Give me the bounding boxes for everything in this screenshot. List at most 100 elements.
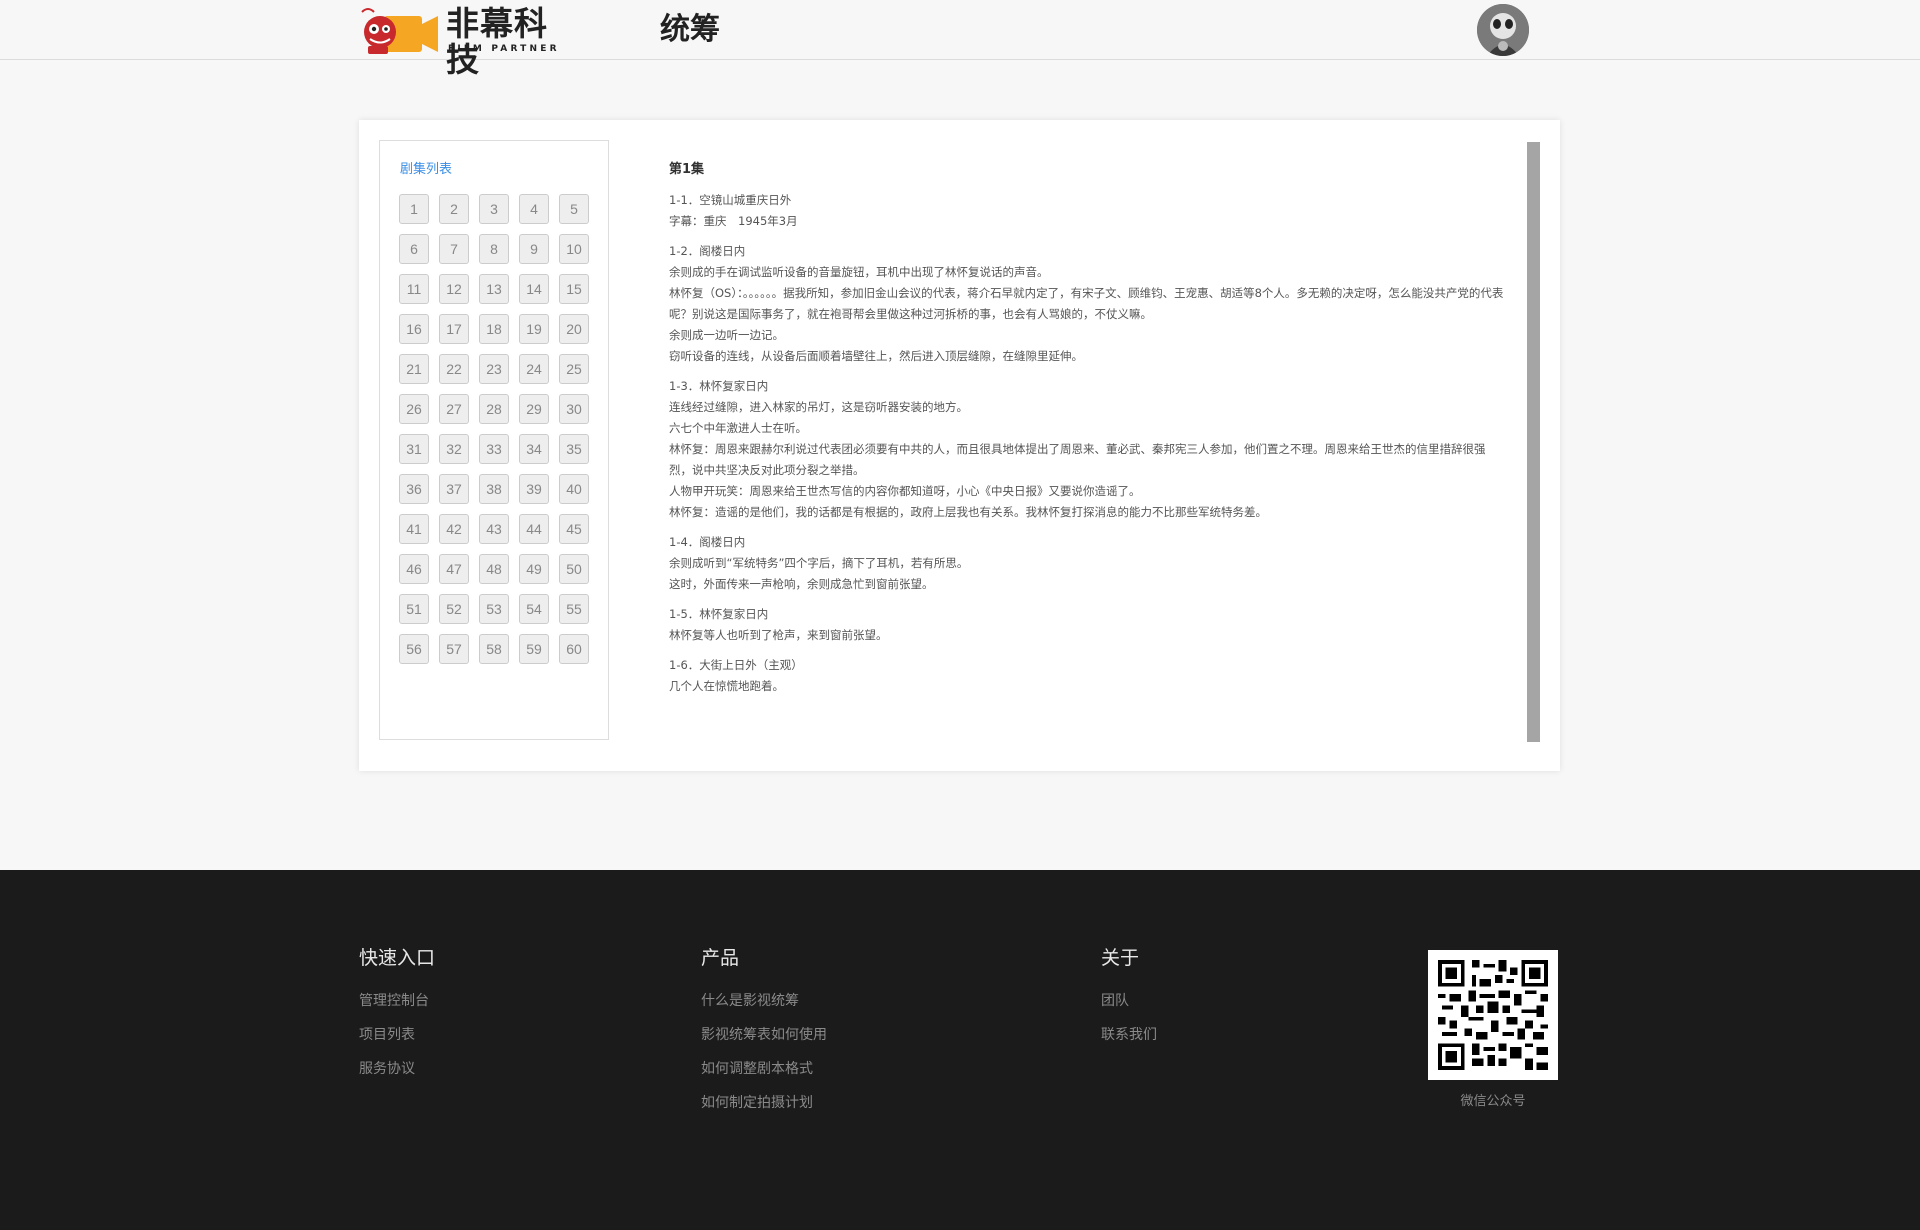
footer-link-script-format[interactable]: 如何调整剧本格式: [701, 1059, 827, 1079]
episode-button[interactable]: 60: [559, 634, 589, 664]
episode-button[interactable]: 3: [479, 194, 509, 224]
episode-button[interactable]: 23: [479, 354, 509, 384]
episode-button[interactable]: 32: [439, 434, 469, 464]
episode-button[interactable]: 16: [399, 314, 429, 344]
footer-quick-title: 快速入口: [359, 947, 436, 969]
episode-button[interactable]: 46: [399, 554, 429, 584]
episode-button[interactable]: 33: [479, 434, 509, 464]
episode-button[interactable]: 42: [439, 514, 469, 544]
camera-mascot-icon: [361, 8, 438, 54]
episode-button[interactable]: 57: [439, 634, 469, 664]
episode-button[interactable]: 56: [399, 634, 429, 664]
episode-title: 第1集: [669, 162, 705, 177]
scene-block: 1-1．空镜山城重庆日外 字幕：重庆 1945年3月: [669, 190, 1504, 232]
episode-button[interactable]: 9: [519, 234, 549, 264]
site-footer: 快速入口 管理控制台 项目列表 服务协议 产品 什么是影视统筹 影视统筹表如何使…: [0, 870, 1920, 1230]
episode-button[interactable]: 59: [519, 634, 549, 664]
scene-heading: 1-3．林怀复家日内: [669, 379, 769, 393]
footer-link-console[interactable]: 管理控制台: [359, 991, 435, 1011]
footer-link-shooting-plan[interactable]: 如何制定拍摄计划: [701, 1093, 827, 1113]
episode-button[interactable]: 53: [479, 594, 509, 624]
main-card: 剧集列表 1 2 3 4 5 6 7 8 9 10 11 12 13 14 15 16 17 18 19 20 21 22…: [359, 120, 1560, 771]
episode-button[interactable]: 15: [559, 274, 589, 304]
episode-button[interactable]: 50: [559, 554, 589, 584]
footer-link-contact[interactable]: 联系我们: [1101, 1025, 1157, 1045]
episode-button[interactable]: 28: [479, 394, 509, 424]
scene-line: 林怀复等人也听到了枪声，来到窗前张望。: [669, 628, 888, 642]
episode-button[interactable]: 18: [479, 314, 509, 344]
episode-button[interactable]: 1: [399, 194, 429, 224]
episode-button[interactable]: 51: [399, 594, 429, 624]
episode-button[interactable]: 12: [439, 274, 469, 304]
episode-button[interactable]: 27: [439, 394, 469, 424]
episode-button[interactable]: 4: [519, 194, 549, 224]
episode-button[interactable]: 7: [439, 234, 469, 264]
episode-button[interactable]: 44: [519, 514, 549, 544]
episode-button[interactable]: 45: [559, 514, 589, 544]
episode-button[interactable]: 40: [559, 474, 589, 504]
episode-button[interactable]: 8: [479, 234, 509, 264]
user-avatar[interactable]: [1477, 4, 1529, 56]
footer-link-project-list[interactable]: 项目列表: [359, 1025, 435, 1045]
episode-button[interactable]: 21: [399, 354, 429, 384]
episode-button[interactable]: 43: [479, 514, 509, 544]
scene-line: 林怀复（OS）：。。。。。。据我所知，参加旧金山会议的代表，蒋介石早就内定了，有…: [669, 286, 1504, 321]
episode-button[interactable]: 54: [519, 594, 549, 624]
episode-button[interactable]: 34: [519, 434, 549, 464]
scene-block: 1-3．林怀复家日内 连线经过缝隙，进入林家的吊灯，这是窃听器安装的地方。 六七个中…: [669, 376, 1504, 523]
episode-button[interactable]: 26: [399, 394, 429, 424]
episode-button[interactable]: 5: [559, 194, 589, 224]
episode-button[interactable]: 10: [559, 234, 589, 264]
episode-button[interactable]: 41: [399, 514, 429, 544]
episode-button[interactable]: 11: [399, 274, 429, 304]
company-logo[interactable]: 非幕科技 FILM PARTNER: [358, 2, 568, 78]
episode-list-panel: 剧集列表 1 2 3 4 5 6 7 8 9 10 11 12 13 14 15 16 17 18 19 20 21 22…: [379, 140, 609, 740]
episode-button[interactable]: 52: [439, 594, 469, 624]
episode-button[interactable]: 22: [439, 354, 469, 384]
episode-button[interactable]: 37: [439, 474, 469, 504]
episode-button[interactable]: 31: [399, 434, 429, 464]
footer-quick-links: 快速入口 管理控制台 项目列表 服务协议: [359, 945, 435, 1093]
episode-button[interactable]: 13: [479, 274, 509, 304]
qr-code-icon: [1438, 960, 1548, 1070]
script-scrollbar[interactable]: [1527, 142, 1540, 742]
scene-line: 余则成一边听一边记。: [669, 328, 784, 342]
episode-button[interactable]: 25: [559, 354, 589, 384]
scene-line: 人物甲开玩笑：周恩来给王世杰写信的内容你都知道呀，小心《中央日报》又要说你造谣了…: [669, 484, 1141, 498]
top-header: 非幕科技 FILM PARTNER 统筹: [0, 0, 1920, 78]
episode-button[interactable]: 30: [559, 394, 589, 424]
episode-button[interactable]: 36: [399, 474, 429, 504]
footer-about-title: 关于: [1101, 947, 1140, 969]
script-content: 第1集 1-1．空镜山城重庆日外 字幕：重庆 1945年3月 1-2．阁楼日内余则成…: [669, 160, 1504, 706]
episode-button[interactable]: 47: [439, 554, 469, 584]
episode-button[interactable]: 2: [439, 194, 469, 224]
scene-heading: 1-2．阁楼日内: [669, 244, 746, 258]
episode-button[interactable]: 39: [519, 474, 549, 504]
episode-button[interactable]: 35: [559, 434, 589, 464]
footer-link-service-agreement[interactable]: 服务协议: [359, 1059, 435, 1079]
scene-line: 六七个中年激进人士在听。: [669, 421, 807, 435]
episode-button[interactable]: 19: [519, 314, 549, 344]
scene-line: 几个人在惊慌地跑着。: [669, 679, 784, 693]
episode-button[interactable]: 29: [519, 394, 549, 424]
episode-button[interactable]: 48: [479, 554, 509, 584]
logo-chinese-text: 非幕科技: [446, 4, 548, 79]
scene-heading: 1-4．阁楼日内: [669, 535, 746, 549]
episode-button[interactable]: 49: [519, 554, 549, 584]
footer-link-what-is[interactable]: 什么是影视统筹: [701, 991, 827, 1011]
episode-button[interactable]: 20: [559, 314, 589, 344]
scene-heading: 1-6．大街上日外（主观）: [669, 658, 803, 672]
episode-button[interactable]: 58: [479, 634, 509, 664]
episode-button[interactable]: 17: [439, 314, 469, 344]
episode-button[interactable]: 24: [519, 354, 549, 384]
episode-button[interactable]: 14: [519, 274, 549, 304]
episode-button[interactable]: 38: [479, 474, 509, 504]
scrollbar-thumb[interactable]: [1527, 142, 1540, 742]
episode-button[interactable]: 55: [559, 594, 589, 624]
footer-link-how-to-use[interactable]: 影视统筹表如何使用: [701, 1025, 827, 1045]
scene-line: 林怀复：周恩来跟赫尔利说过代表团必须要有中共的人，而且很具地体提出了周恩来、董必…: [669, 442, 1486, 477]
footer-product-links: 产品 什么是影视统筹 影视统筹表如何使用 如何调整剧本格式 如何制定拍摄计划: [701, 945, 827, 1127]
scene-block: 1-4．阁楼日内 余则成听到“军统特务”四个字后，摘下了耳机，若有所思。 这时，外面…: [669, 532, 1504, 595]
episode-button[interactable]: 6: [399, 234, 429, 264]
footer-link-team[interactable]: 团队: [1101, 991, 1157, 1011]
